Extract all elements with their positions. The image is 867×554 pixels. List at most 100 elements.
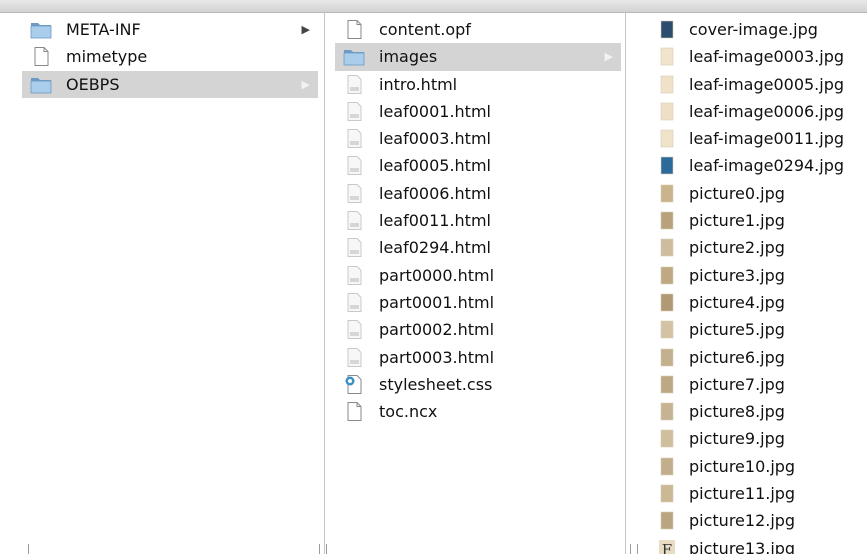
stylesheet-file-icon [343, 374, 365, 394]
file-list-item[interactable]: picture12.jpg [656, 507, 867, 534]
file-name-label: stylesheet.css [379, 374, 493, 394]
file-list-item[interactable]: part0003.html [335, 344, 621, 371]
file-list-item[interactable]: picture2.jpg [656, 234, 867, 261]
html-file-icon [343, 292, 365, 312]
html-file-icon [343, 347, 365, 367]
browser-column-1[interactable]: META-INF ▶ mimetype OEBPS ▶ [0, 13, 324, 554]
file-list-item[interactable]: part0002.html [335, 316, 621, 343]
browser-column-2[interactable]: content.opf images ▶ intro.html leaf0001.htm… [325, 13, 625, 554]
file-name-label: leaf0005.html [379, 156, 491, 176]
file-list-item[interactable]: leaf-image0003.jpg [656, 43, 867, 70]
file-name-label: picture13.jpg [689, 538, 796, 554]
file-name-label: picture10.jpg [689, 456, 796, 476]
file-list-item[interactable]: toc.ncx [335, 398, 621, 425]
file-list-item[interactable]: part0001.html [335, 289, 621, 316]
html-file-icon [343, 74, 365, 94]
file-list-item[interactable]: leaf0005.html [335, 152, 621, 179]
file-name-label: picture9.jpg [689, 429, 785, 449]
html-file-icon [343, 101, 365, 121]
image-thumbnail-icon [656, 293, 678, 312]
file-list-item[interactable]: leaf-image0005.jpg [656, 71, 867, 98]
file-name-label: leaf0011.html [379, 211, 491, 231]
image-thumbnail-icon [656, 484, 678, 503]
file-list-item[interactable]: OEBPS ▶ [22, 70, 318, 98]
file-list-item[interactable]: cover-image.jpg [656, 16, 867, 43]
file-list-item[interactable]: leaf-image0294.jpg [656, 152, 867, 179]
disclosure-arrow-icon: ▶ [604, 50, 613, 64]
column-resize-grip[interactable] [630, 544, 638, 554]
column-resize-grip[interactable] [28, 544, 29, 554]
file-list-item[interactable]: META-INF ▶ [22, 16, 318, 43]
image-thumbnail-icon [656, 156, 678, 175]
file-list-item[interactable]: part0000.html [335, 262, 621, 289]
file-name-label: leaf-image0294.jpg [689, 156, 845, 176]
file-name-label: leaf-image0005.jpg [689, 74, 845, 94]
file-list-item[interactable]: picture5.jpg [656, 316, 867, 343]
disclosure-arrow-icon: ▶ [301, 23, 310, 36]
image-thumbnail-icon [656, 211, 678, 230]
image-thumbnail-icon [656, 129, 678, 148]
file-name-label: mimetype [66, 47, 148, 67]
file-name-label: picture6.jpg [689, 347, 785, 367]
image-thumbnail-icon [656, 402, 678, 421]
file-list-item[interactable]: leaf-image0011.jpg [656, 125, 867, 152]
file-list-item[interactable]: leaf-image0006.jpg [656, 98, 867, 125]
file-list-item[interactable]: picture7.jpg [656, 371, 867, 398]
html-file-icon [343, 238, 365, 258]
image-thumbnail-icon [656, 375, 678, 394]
file-name-label: leaf0003.html [379, 129, 491, 149]
file-list-item[interactable]: images ▶ [335, 43, 621, 71]
column-resize-grip[interactable] [319, 544, 327, 554]
folder-icon [30, 20, 52, 39]
folder-icon [30, 75, 52, 94]
file-list-item[interactable]: mimetype [22, 43, 318, 70]
file-list-item[interactable]: leaf0294.html [335, 234, 621, 261]
file-name-label: picture8.jpg [689, 402, 785, 422]
file-list-item[interactable]: intro.html [335, 71, 621, 98]
document-icon [343, 20, 365, 39]
file-list-item[interactable]: leaf0011.html [335, 207, 621, 234]
file-list-item[interactable]: picture4.jpg [656, 289, 867, 316]
file-list-item[interactable]: picture6.jpg [656, 344, 867, 371]
file-name-label: picture2.jpg [689, 238, 785, 258]
html-file-icon [343, 129, 365, 149]
file-list-item[interactable]: picture3.jpg [656, 262, 867, 289]
file-list-item[interactable]: Fpicture13.jpg [656, 535, 867, 554]
html-file-icon [343, 320, 365, 340]
file-name-label: picture12.jpg [689, 511, 796, 531]
file-list-item[interactable]: leaf0006.html [335, 180, 621, 207]
file-list-item[interactable]: picture9.jpg [656, 425, 867, 452]
file-list-item[interactable]: stylesheet.css [335, 371, 621, 398]
file-name-label: leaf0006.html [379, 183, 491, 203]
toolbar-strip [0, 0, 867, 13]
file-name-label: part0001.html [379, 292, 495, 312]
file-list-item[interactable]: picture1.jpg [656, 207, 867, 234]
file-name-label: part0000.html [379, 265, 495, 285]
image-thumbnail-icon [656, 348, 678, 367]
file-list-item[interactable]: picture10.jpg [656, 453, 867, 480]
file-list-item[interactable]: picture11.jpg [656, 480, 867, 507]
disclosure-arrow-icon: ▶ [301, 77, 310, 91]
html-file-icon [343, 183, 365, 203]
file-name-label: cover-image.jpg [689, 20, 818, 39]
file-name-label: images [379, 47, 438, 67]
image-thumbnail-icon [656, 457, 678, 476]
file-list-item[interactable]: leaf0001.html [335, 98, 621, 125]
document-icon [343, 402, 365, 422]
file-name-label: leaf-image0006.jpg [689, 101, 845, 121]
image-thumbnail-icon [656, 266, 678, 285]
file-list-item[interactable]: leaf0003.html [335, 125, 621, 152]
image-thumbnail-icon [656, 429, 678, 448]
file-name-label: picture1.jpg [689, 211, 785, 231]
image-thumbnail-icon: F [656, 539, 678, 554]
image-thumbnail-icon [656, 47, 678, 66]
file-name-label: part0002.html [379, 320, 495, 340]
file-list-item[interactable]: content.opf [335, 16, 621, 43]
file-name-label: picture7.jpg [689, 374, 785, 394]
file-list-item[interactable]: picture0.jpg [656, 180, 867, 207]
file-name-label: leaf-image0003.jpg [689, 47, 845, 67]
file-list-item[interactable]: picture8.jpg [656, 398, 867, 425]
browser-column-3[interactable]: cover-image.jpg leaf-image0003.jpg leaf-im… [626, 13, 867, 554]
file-name-label: toc.ncx [379, 402, 438, 422]
file-name-label: picture0.jpg [689, 183, 785, 203]
